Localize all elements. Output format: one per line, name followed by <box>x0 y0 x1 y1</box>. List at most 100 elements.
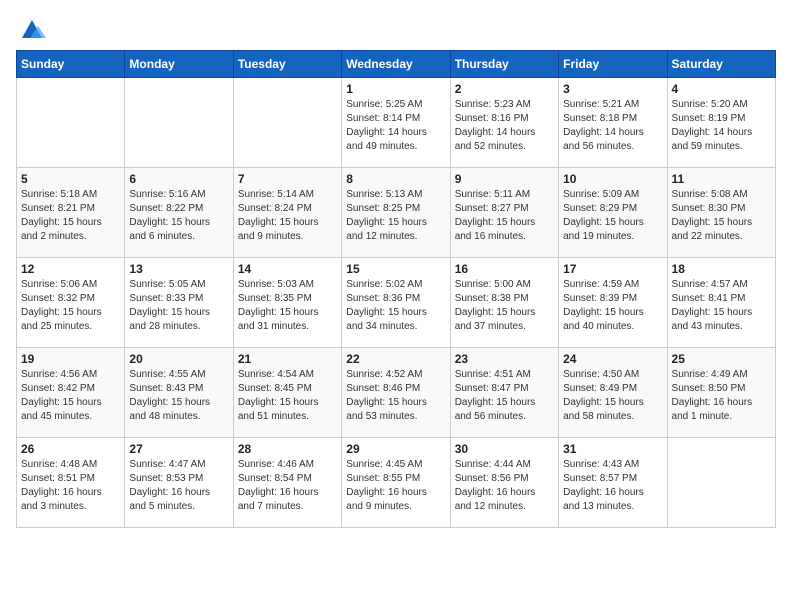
day-number: 9 <box>455 172 554 186</box>
calendar-cell <box>667 438 775 528</box>
day-info: Sunrise: 5:11 AMSunset: 8:27 PMDaylight:… <box>455 188 554 244</box>
day-info: Sunrise: 4:45 AMSunset: 8:55 PMDaylight:… <box>346 458 445 514</box>
weekday-header-thursday: Thursday <box>450 51 558 78</box>
logo <box>16 16 46 44</box>
day-info: Sunrise: 4:44 AMSunset: 8:56 PMDaylight:… <box>455 458 554 514</box>
day-info: Sunrise: 4:47 AMSunset: 8:53 PMDaylight:… <box>129 458 228 514</box>
day-number: 2 <box>455 82 554 96</box>
day-number: 18 <box>672 262 771 276</box>
calendar-week-row: 5Sunrise: 5:18 AMSunset: 8:21 PMDaylight… <box>17 168 776 258</box>
weekday-header-saturday: Saturday <box>667 51 775 78</box>
weekday-header-row: SundayMondayTuesdayWednesdayThursdayFrid… <box>17 51 776 78</box>
day-number: 7 <box>238 172 337 186</box>
calendar-cell: 29Sunrise: 4:45 AMSunset: 8:55 PMDayligh… <box>342 438 450 528</box>
calendar-cell: 7 Sunrise: 5:14 AMSunset: 8:24 PMDaylight… <box>233 168 341 258</box>
day-info: Sunrise: 5:08 AMSunset: 8:30 PMDaylight:… <box>672 188 771 244</box>
day-info: Sunrise: 5:05 AMSunset: 8:33 PMDaylight:… <box>129 278 228 334</box>
day-info: Sunrise: 4:49 AMSunset: 8:50 PMDaylight:… <box>672 368 771 424</box>
calendar-cell: 19Sunrise: 4:56 AMSunset: 8:42 PMDayligh… <box>17 348 125 438</box>
day-number: 26 <box>21 442 120 456</box>
calendar-cell: 27 Sunrise: 4:47 AMSunset: 8:53 PMDayligh… <box>125 438 233 528</box>
calendar-cell: 18Sunrise: 4:57 AMSunset: 8:41 PMDayligh… <box>667 258 775 348</box>
day-number: 25 <box>672 352 771 366</box>
day-info: Sunrise: 5:14 AMSunset: 8:24 PMDaylight:… <box>238 188 337 244</box>
calendar-cell: 4 Sunrise: 5:20 AMSunset: 8:19 PMDaylight… <box>667 78 775 168</box>
day-info: Sunrise: 4:55 AMSunset: 8:43 PMDaylight:… <box>129 368 228 424</box>
calendar-cell: 20 Sunrise: 4:55 AMSunset: 8:43 PMDayligh… <box>125 348 233 438</box>
day-info: Sunrise: 4:54 AMSunset: 8:45 PMDaylight:… <box>238 368 337 424</box>
day-info: Sunrise: 5:16 AMSunset: 8:22 PMDaylight:… <box>129 188 228 244</box>
calendar-cell: 1 Sunrise: 5:25 AMSunset: 8:14 PMDaylight… <box>342 78 450 168</box>
calendar-cell: 6 Sunrise: 5:16 AMSunset: 8:22 PMDaylight… <box>125 168 233 258</box>
calendar-cell: 22 Sunrise: 4:52 AMSunset: 8:46 PMDayligh… <box>342 348 450 438</box>
day-info: Sunrise: 5:03 AMSunset: 8:35 PMDaylight:… <box>238 278 337 334</box>
day-info: Sunrise: 5:06 AMSunset: 8:32 PMDaylight:… <box>21 278 120 334</box>
calendar-week-row: 1 Sunrise: 5:25 AMSunset: 8:14 PMDaylight… <box>17 78 776 168</box>
day-info: Sunrise: 5:21 AMSunset: 8:18 PMDaylight:… <box>563 98 662 154</box>
day-info: Sunrise: 4:50 AMSunset: 8:49 PMDaylight:… <box>563 368 662 424</box>
day-info: Sunrise: 5:09 AMSunset: 8:29 PMDaylight:… <box>563 188 662 244</box>
calendar-cell: 28 Sunrise: 4:46 AMSunset: 8:54 PMDayligh… <box>233 438 341 528</box>
calendar-cell: 10 Sunrise: 5:09 AMSunset: 8:29 PMDayligh… <box>559 168 667 258</box>
day-info: Sunrise: 4:48 AMSunset: 8:51 PMDaylight:… <box>21 458 120 514</box>
calendar-cell: 26 Sunrise: 4:48 AMSunset: 8:51 PMDayligh… <box>17 438 125 528</box>
day-number: 28 <box>238 442 337 456</box>
calendar-cell: 30Sunrise: 4:44 AMSunset: 8:56 PMDayligh… <box>450 438 558 528</box>
weekday-header-tuesday: Tuesday <box>233 51 341 78</box>
day-number: 17 <box>563 262 662 276</box>
calendar-cell <box>233 78 341 168</box>
calendar-cell: 23Sunrise: 4:51 AMSunset: 8:47 PMDayligh… <box>450 348 558 438</box>
day-number: 13 <box>129 262 228 276</box>
day-number: 14 <box>238 262 337 276</box>
calendar-cell: 31 Sunrise: 4:43 AMSunset: 8:57 PMDayligh… <box>559 438 667 528</box>
calendar-cell: 13 Sunrise: 5:05 AMSunset: 8:33 PMDayligh… <box>125 258 233 348</box>
day-number: 11 <box>672 172 771 186</box>
day-info: Sunrise: 5:00 AMSunset: 8:38 PMDaylight:… <box>455 278 554 334</box>
calendar-week-row: 26 Sunrise: 4:48 AMSunset: 8:51 PMDayligh… <box>17 438 776 528</box>
day-number: 23 <box>455 352 554 366</box>
calendar-cell: 5Sunrise: 5:18 AMSunset: 8:21 PMDaylight… <box>17 168 125 258</box>
day-number: 8 <box>346 172 445 186</box>
day-info: Sunrise: 4:46 AMSunset: 8:54 PMDaylight:… <box>238 458 337 514</box>
day-info: Sunrise: 5:25 AMSunset: 8:14 PMDaylight:… <box>346 98 445 154</box>
calendar-cell: 12 Sunrise: 5:06 AMSunset: 8:32 PMDayligh… <box>17 258 125 348</box>
calendar-cell: 9 Sunrise: 5:11 AMSunset: 8:27 PMDaylight… <box>450 168 558 258</box>
day-info: Sunrise: 4:52 AMSunset: 8:46 PMDaylight:… <box>346 368 445 424</box>
logo-icon <box>18 16 46 44</box>
day-number: 6 <box>129 172 228 186</box>
weekday-header-sunday: Sunday <box>17 51 125 78</box>
day-info: Sunrise: 5:02 AMSunset: 8:36 PMDaylight:… <box>346 278 445 334</box>
calendar-cell <box>17 78 125 168</box>
day-number: 22 <box>346 352 445 366</box>
day-number: 12 <box>21 262 120 276</box>
weekday-header-friday: Friday <box>559 51 667 78</box>
calendar-week-row: 19Sunrise: 4:56 AMSunset: 8:42 PMDayligh… <box>17 348 776 438</box>
calendar-cell: 25 Sunrise: 4:49 AMSunset: 8:50 PMDayligh… <box>667 348 775 438</box>
calendar-cell: 8Sunrise: 5:13 AMSunset: 8:25 PMDaylight… <box>342 168 450 258</box>
calendar-cell: 2 Sunrise: 5:23 AMSunset: 8:16 PMDaylight… <box>450 78 558 168</box>
calendar-cell: 15Sunrise: 5:02 AMSunset: 8:36 PMDayligh… <box>342 258 450 348</box>
day-info: Sunrise: 4:43 AMSunset: 8:57 PMDaylight:… <box>563 458 662 514</box>
calendar-cell: 16 Sunrise: 5:00 AMSunset: 8:38 PMDayligh… <box>450 258 558 348</box>
day-number: 20 <box>129 352 228 366</box>
calendar-cell <box>125 78 233 168</box>
header <box>16 16 776 44</box>
day-number: 5 <box>21 172 120 186</box>
weekday-header-wednesday: Wednesday <box>342 51 450 78</box>
day-info: Sunrise: 5:20 AMSunset: 8:19 PMDaylight:… <box>672 98 771 154</box>
day-info: Sunrise: 5:23 AMSunset: 8:16 PMDaylight:… <box>455 98 554 154</box>
calendar-cell: 14 Sunrise: 5:03 AMSunset: 8:35 PMDayligh… <box>233 258 341 348</box>
day-info: Sunrise: 4:59 AMSunset: 8:39 PMDaylight:… <box>563 278 662 334</box>
day-number: 3 <box>563 82 662 96</box>
day-number: 1 <box>346 82 445 96</box>
day-number: 4 <box>672 82 771 96</box>
calendar-cell: 24 Sunrise: 4:50 AMSunset: 8:49 PMDayligh… <box>559 348 667 438</box>
day-number: 16 <box>455 262 554 276</box>
day-number: 24 <box>563 352 662 366</box>
day-number: 31 <box>563 442 662 456</box>
calendar-cell: 21 Sunrise: 4:54 AMSunset: 8:45 PMDayligh… <box>233 348 341 438</box>
calendar-table: SundayMondayTuesdayWednesdayThursdayFrid… <box>16 50 776 528</box>
day-number: 27 <box>129 442 228 456</box>
day-number: 21 <box>238 352 337 366</box>
day-number: 10 <box>563 172 662 186</box>
